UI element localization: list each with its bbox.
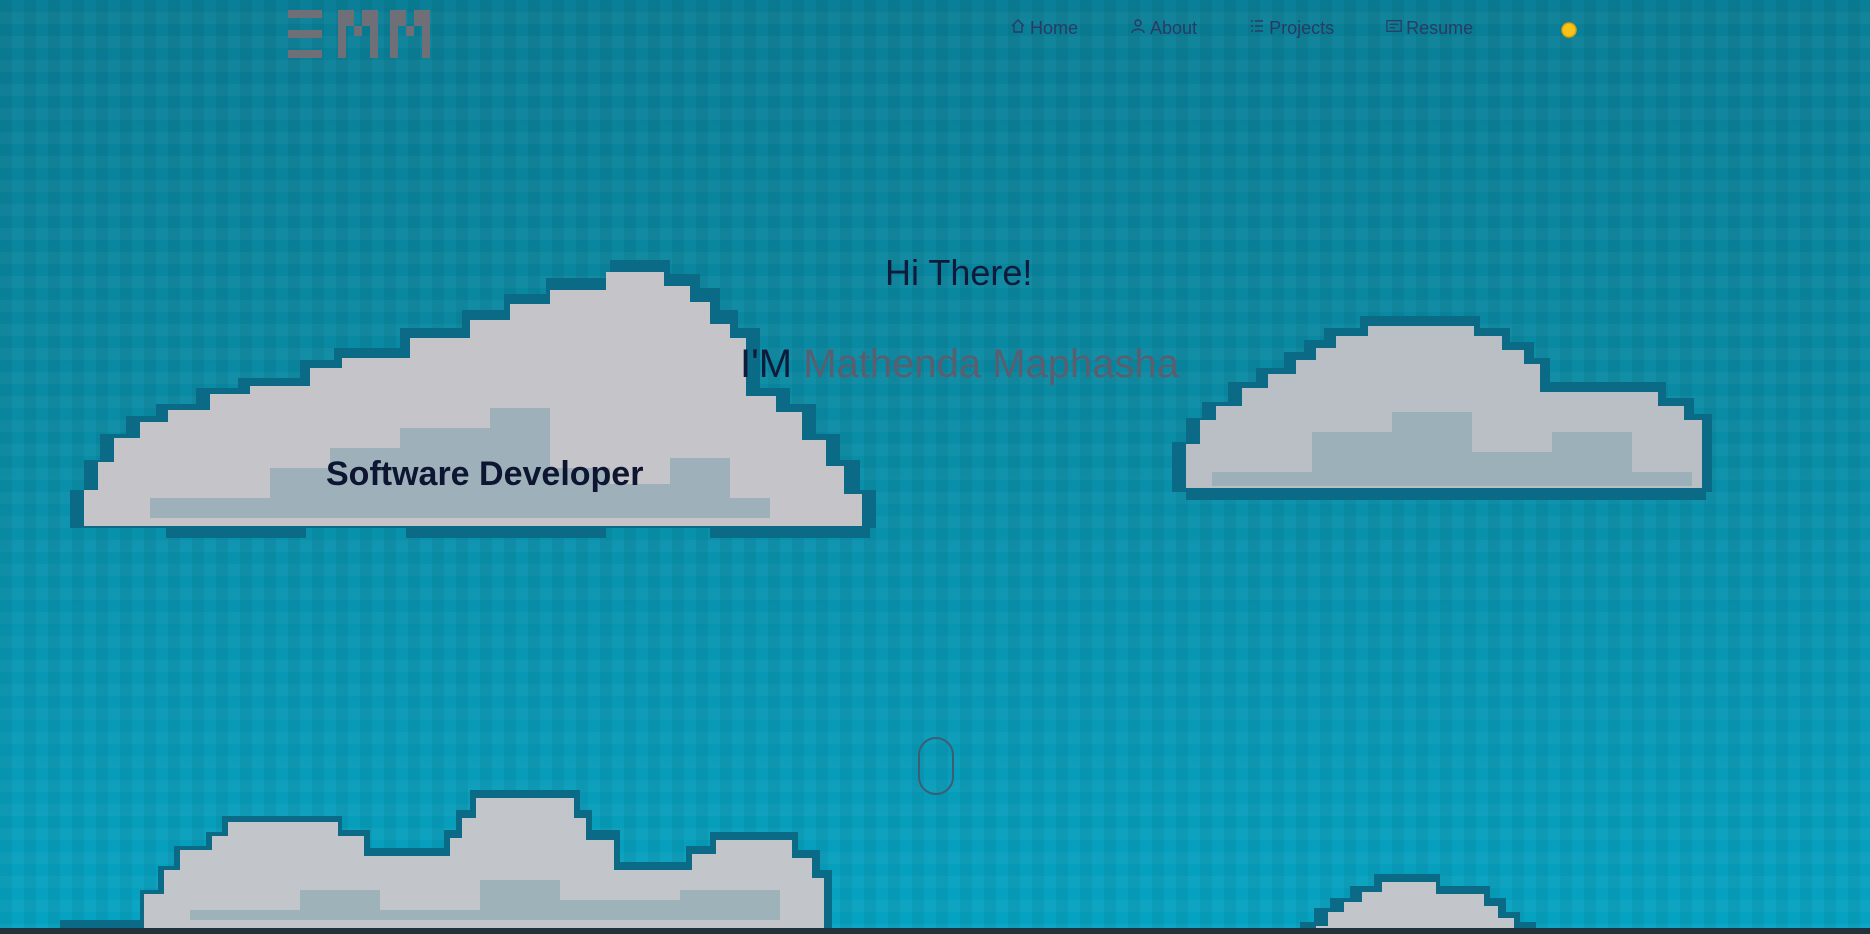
cloud-bottom-right	[1300, 872, 1580, 934]
nav-item-about[interactable]: About	[1130, 18, 1197, 39]
nav-item-label: Resume	[1406, 18, 1474, 38]
list-icon	[1249, 18, 1265, 39]
hero-name-value: Mathenda Maphasha	[803, 342, 1180, 386]
nav-item-label: Home	[1030, 18, 1079, 38]
site-logo[interactable]	[288, 8, 440, 58]
document-icon	[1386, 18, 1402, 39]
cloud-right	[1172, 302, 1722, 507]
user-icon	[1130, 18, 1146, 39]
hero-name-prefix: I'M	[740, 342, 804, 386]
sun-icon	[1560, 22, 1578, 43]
nav-item-label: About	[1150, 18, 1198, 38]
nav-item-label: Projects	[1269, 18, 1335, 38]
hero-role: Software Developer	[326, 455, 644, 493]
cloud-bottom-left	[60, 770, 860, 934]
nav-links: Home About Projects Resume	[1010, 18, 1525, 39]
nav-item-projects[interactable]: Projects	[1249, 18, 1334, 39]
bottom-edge-bar	[0, 928, 1870, 934]
home-icon	[1010, 18, 1026, 39]
hero-greeting: Hi There!	[885, 252, 1033, 293]
theme-toggle[interactable]	[1560, 21, 1578, 39]
nav-item-resume[interactable]: Resume	[1386, 18, 1473, 39]
scroll-down-indicator[interactable]	[918, 737, 954, 795]
nav-item-home[interactable]: Home	[1010, 18, 1078, 39]
hero-name: I'M Mathenda Maphasha	[740, 342, 1179, 387]
cloud-left	[70, 228, 880, 555]
navbar: Home About Projects Resume	[0, 0, 1870, 62]
